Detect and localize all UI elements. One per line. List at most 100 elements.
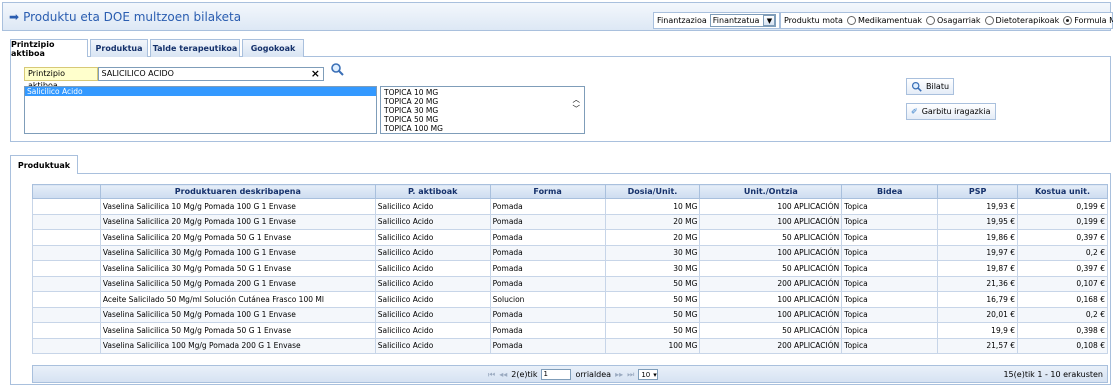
table-row[interactable]: Vaselina Salicilica 50 Mg/g Pomada 50 G … bbox=[32, 322, 1108, 339]
tab-gogokoak[interactable]: Gogokoak bbox=[242, 39, 304, 57]
row-select-cell[interactable] bbox=[32, 229, 101, 246]
table-row[interactable]: Aceite Salicilado 50 Mg/ml Solución Cutá… bbox=[32, 291, 1108, 308]
column-header[interactable]: P. aktiboak bbox=[374, 184, 491, 199]
row-select-cell[interactable] bbox=[32, 260, 101, 277]
table-cell: Vaselina Salicilica 10 Mg/g Pomada 100 G… bbox=[99, 198, 376, 215]
radio-circle-icon[interactable] bbox=[984, 16, 994, 25]
prev-page-icon[interactable]: ◂◂ bbox=[499, 370, 507, 379]
table-cell: 100 APLICACIÓN bbox=[699, 198, 843, 215]
tab-produktua[interactable]: Produktua bbox=[90, 39, 148, 57]
title-bar: ➡ Produktu eta DOE multzoen bilaketa Fina… bbox=[2, 2, 1113, 31]
search-button[interactable]: Bilatu bbox=[906, 78, 955, 95]
list-item[interactable]: Salicilico Acido bbox=[25, 87, 376, 96]
table-cell: Salicilico Acido bbox=[374, 198, 491, 215]
table-cell: 30 MG bbox=[604, 260, 701, 277]
table-cell: 50 APLICACIÓN bbox=[699, 322, 843, 339]
radio-circle-selected-icon[interactable] bbox=[1063, 16, 1073, 25]
column-header[interactable]: Forma bbox=[489, 184, 606, 199]
radio-dietoterapikoak[interactable]: Dietoterapikoak bbox=[984, 16, 1059, 25]
clear-filter-button[interactable]: ✐ Garbitu iragazkia bbox=[906, 103, 996, 120]
row-select-cell[interactable] bbox=[32, 306, 101, 323]
financing-value: Finantzatua bbox=[712, 16, 760, 25]
table-cell: Salicilico Acido bbox=[374, 229, 491, 246]
tab-produktuak[interactable]: Produktuak bbox=[10, 155, 78, 174]
table-cell: 0,397 € bbox=[1017, 229, 1108, 246]
chevron-down-icon[interactable]: ▼ bbox=[763, 15, 776, 26]
table-row[interactable]: Vaselina Salicilica 10 Mg/g Pomada 100 G… bbox=[32, 198, 1108, 215]
search-label: Printzipio aktiboa bbox=[24, 67, 99, 90]
table-cell: Topica bbox=[841, 291, 939, 308]
list-item[interactable]: TOPICA 50 MG bbox=[384, 115, 584, 124]
list-item[interactable]: TOPICA 20 MG bbox=[384, 97, 584, 106]
table-cell: Vaselina Salicilica 20 Mg/g Pomada 100 G… bbox=[99, 213, 376, 230]
filter-tabs: Printzipio aktiboa Produktua Talde terap… bbox=[10, 39, 1111, 58]
row-select-cell[interactable] bbox=[32, 337, 101, 354]
tab-printzipio-aktiboa[interactable]: Printzipio aktiboa bbox=[10, 39, 88, 58]
table-cell: 19,95 € bbox=[937, 213, 1019, 230]
table-cell: Topica bbox=[841, 275, 939, 292]
table-cell: Vaselina Salicilica 20 Mg/g Pomada 50 G … bbox=[99, 229, 376, 246]
dose-list[interactable]: TOPICA 10 MG TOPICA 20 MG TOPICA 30 MG T… bbox=[380, 86, 585, 134]
table-row[interactable]: Vaselina Salicilica 100 Mg/g Pomada 200 … bbox=[32, 337, 1108, 354]
table-row[interactable]: Vaselina Salicilica 30 Mg/g Pomada 50 G … bbox=[32, 260, 1108, 277]
per-page-select[interactable]: 10 ▾ bbox=[638, 369, 658, 380]
table-cell: 30 MG bbox=[604, 244, 701, 261]
table-row[interactable]: Vaselina Salicilica 50 Mg/g Pomada 100 G… bbox=[32, 306, 1108, 323]
table-cell: Topica bbox=[841, 198, 939, 215]
page-label: orrialdea bbox=[575, 370, 612, 379]
row-select-cell[interactable] bbox=[32, 198, 101, 215]
table-row[interactable]: Vaselina Salicilica 20 Mg/g Pomada 100 G… bbox=[32, 213, 1108, 230]
list-item[interactable]: TOPICA 30 MG bbox=[384, 106, 584, 115]
table-cell: Salicilico Acido bbox=[374, 244, 491, 261]
search-input[interactable]: SALICILICO ACIDO × bbox=[98, 67, 324, 81]
first-page-icon[interactable]: ⏮ bbox=[488, 370, 495, 380]
table-cell: 50 APLICACIÓN bbox=[699, 229, 843, 246]
table-row[interactable]: Vaselina Salicilica 20 Mg/g Pomada 50 G … bbox=[32, 229, 1108, 246]
row-select-cell[interactable] bbox=[32, 291, 101, 308]
radio-circle-icon[interactable] bbox=[846, 16, 856, 25]
table-cell: Aceite Salicilado 50 Mg/ml Solución Cutá… bbox=[99, 291, 376, 308]
financing-label: Finantzazioa bbox=[657, 16, 707, 25]
page-input[interactable]: 1 bbox=[541, 369, 572, 380]
table-cell: 0,2 € bbox=[1017, 306, 1108, 323]
radio-osagarriak[interactable]: Osagarriak bbox=[926, 16, 981, 25]
active-principle-list[interactable]: Salicilico Acido bbox=[24, 86, 377, 134]
chevron-up-icon[interactable]: ︿ bbox=[573, 95, 581, 104]
radio-circle-icon[interactable] bbox=[926, 16, 935, 25]
chevron-down-icon[interactable]: ▾ bbox=[653, 371, 657, 379]
column-header[interactable]: Produktuaren deskribapena bbox=[99, 184, 376, 199]
table-row[interactable]: Vaselina Salicilica 50 Mg/g Pomada 200 G… bbox=[32, 275, 1108, 292]
table-cell: 50 MG bbox=[604, 322, 701, 339]
financing-select[interactable]: Finantzatua ▼ bbox=[709, 14, 777, 27]
table-cell: 16,79 € bbox=[937, 291, 1019, 308]
close-icon[interactable]: × bbox=[311, 67, 320, 80]
results-tabs: Produktuak bbox=[10, 155, 1111, 174]
next-page-icon[interactable]: ▸▸ bbox=[615, 370, 623, 379]
row-select-cell[interactable] bbox=[32, 213, 101, 230]
table-cell: Salicilico Acido bbox=[374, 213, 491, 230]
list-item[interactable]: TOPICA 100 MG bbox=[384, 124, 584, 133]
last-page-icon[interactable]: ⏭ bbox=[627, 370, 634, 380]
column-header[interactable]: Unit./Ontzia bbox=[699, 184, 843, 199]
chevron-down-icon[interactable]: ﹀ bbox=[573, 104, 581, 113]
column-header[interactable]: Dosia/Unit. bbox=[604, 184, 701, 199]
tab-talde-terapeutikoa[interactable]: Talde terapeutikoa bbox=[150, 39, 240, 57]
table-cell: 50 MG bbox=[604, 306, 701, 323]
table-cell: Salicilico Acido bbox=[374, 275, 491, 292]
row-select-cell[interactable] bbox=[32, 244, 101, 261]
column-header[interactable]: Bidea bbox=[841, 184, 939, 199]
row-select-cell[interactable] bbox=[32, 322, 101, 339]
radio-formula-magistralak[interactable]: Formula Magistralak bbox=[1063, 16, 1113, 25]
table-cell: 10 MG bbox=[604, 198, 701, 215]
table-cell: 19,86 € bbox=[937, 229, 1019, 246]
product-type-group: Produktu mota Medikamentuak Osagarriak D… bbox=[780, 12, 1113, 29]
radio-medikamentuak[interactable]: Medikamentuak bbox=[846, 16, 922, 25]
products-table: Produktuaren deskribapena P. aktiboak Fo… bbox=[32, 184, 1108, 354]
search-icon[interactable] bbox=[330, 62, 344, 76]
list-item[interactable]: TOPICA 10 MG bbox=[384, 88, 584, 97]
page-count-label: 2(e)tik bbox=[511, 370, 538, 379]
column-header[interactable]: PSP bbox=[937, 184, 1019, 199]
table-row[interactable]: Vaselina Salicilica 30 Mg/g Pomada 100 G… bbox=[32, 244, 1108, 261]
row-select-cell[interactable] bbox=[32, 275, 101, 292]
column-header[interactable]: Kostua unit. bbox=[1017, 184, 1108, 199]
